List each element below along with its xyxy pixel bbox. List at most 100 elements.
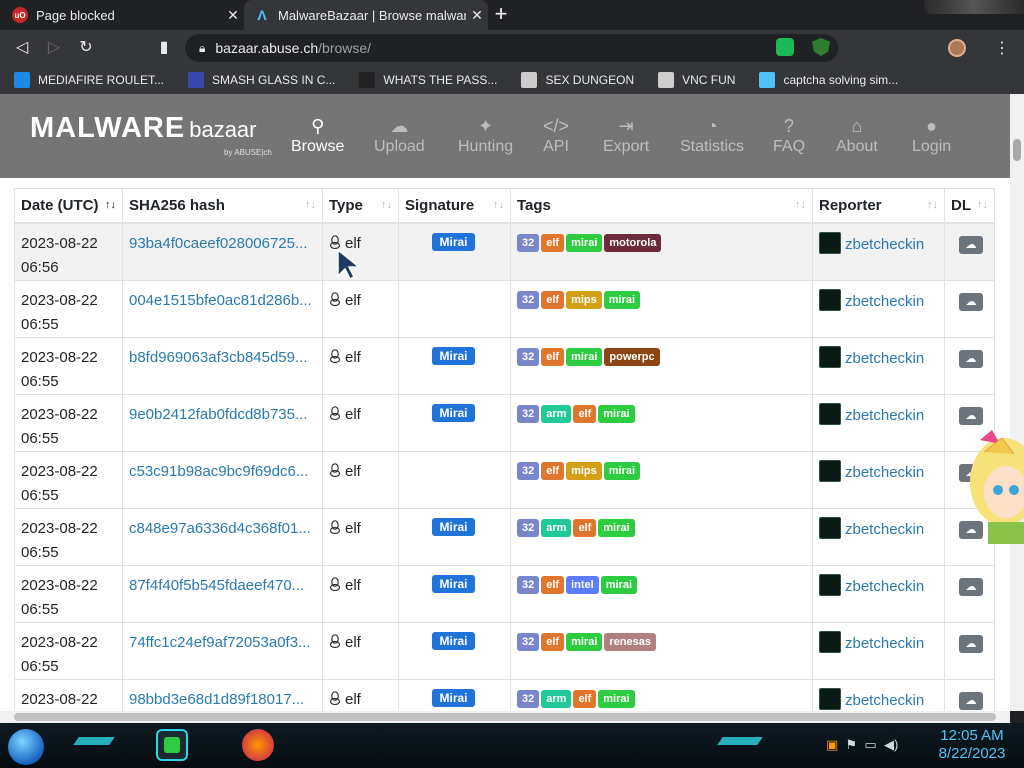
download-icon[interactable]: ☁ xyxy=(959,349,983,368)
nav-browse[interactable]: ⚲ Browse xyxy=(291,116,344,156)
network-icon[interactable]: ▭ xyxy=(864,737,876,752)
tag-badge[interactable]: mirai xyxy=(566,632,603,651)
sort-icon[interactable]: ↑↓ xyxy=(927,199,938,211)
tag-badge[interactable]: mirai xyxy=(598,404,635,423)
tag-badge[interactable]: elf xyxy=(573,518,597,537)
download-icon[interactable]: ☁ xyxy=(959,691,983,710)
signature-badge[interactable]: Mirai xyxy=(432,346,475,365)
tag-badge[interactable]: 32 xyxy=(517,632,540,651)
reporter-link[interactable]: zbetcheckin xyxy=(845,692,924,709)
hash-link[interactable]: c848e97a6336d4c368f01... xyxy=(129,517,316,541)
signature-badge[interactable]: Mirai xyxy=(432,574,475,593)
nav-upload[interactable]: ☁ Upload xyxy=(374,116,425,156)
table-row[interactable]: 2023-08-22 98bbd3e68d1d89f18017... elf Mira… xyxy=(14,678,995,712)
hash-link[interactable]: 93ba4f0caeef028006725... xyxy=(129,232,316,256)
tag-badge[interactable]: elf xyxy=(573,689,597,708)
column-header[interactable]: SHA256 hash ↑↓ xyxy=(122,188,323,224)
tag-badge[interactable]: 32 xyxy=(517,404,540,423)
tag-badge[interactable]: 32 xyxy=(517,518,540,537)
reporter-link[interactable]: zbetcheckin xyxy=(845,236,924,253)
tag-badge[interactable]: mirai xyxy=(600,575,638,594)
nav-faq[interactable]: ? FAQ xyxy=(773,116,805,156)
sort-icon[interactable]: ↑↓ xyxy=(305,199,316,211)
tag-badge[interactable]: renesas xyxy=(604,632,656,651)
tag-badge[interactable]: motorola xyxy=(604,233,662,252)
bookmark-item[interactable]: captcha solving sim... xyxy=(759,72,898,88)
profile-avatar[interactable] xyxy=(948,39,966,57)
tag-badge[interactable]: 32 xyxy=(517,689,540,708)
tag-badge[interactable]: 32 xyxy=(517,575,540,594)
signature-badge[interactable]: Mirai xyxy=(432,688,475,707)
tag-badge[interactable]: mirai xyxy=(603,461,641,480)
table-row[interactable]: 2023-08-22 06:55 74ffc1c24ef9af72053a0f3..… xyxy=(14,621,995,680)
download-icon[interactable]: ☁ xyxy=(959,292,983,311)
table-row[interactable]: 2023-08-22 06:55 c848e97a6336d4c368f01... e… xyxy=(14,507,995,566)
tag-badge[interactable]: mirai xyxy=(603,290,641,309)
reporter-link[interactable]: zbetcheckin xyxy=(845,521,924,538)
hash-link[interactable]: c53c91b98ac9bc9f69dc6... xyxy=(129,460,316,484)
signature-badge[interactable]: Mirai xyxy=(432,403,475,422)
tag-badge[interactable]: elf xyxy=(541,233,565,252)
tag-badge[interactable]: mips xyxy=(566,290,602,309)
sort-icon[interactable]: ↑↓ xyxy=(493,199,504,211)
table-row[interactable]: 2023-08-22 06:55 004e1515bfe0ac81d286b... e… xyxy=(14,279,995,338)
tag-badge[interactable]: elf xyxy=(541,575,565,594)
hash-link[interactable]: 98bbd3e68d1d89f18017... xyxy=(129,688,316,712)
hash-link[interactable]: 004e1515bfe0ac81d286b... xyxy=(129,289,316,313)
download-icon[interactable]: ☁ xyxy=(959,634,983,653)
hash-link[interactable]: 9e0b2412fab0fdcd8b735... xyxy=(129,403,316,427)
tag-badge[interactable]: mirai xyxy=(598,689,635,708)
signature-badge[interactable]: Mirai xyxy=(432,232,475,251)
system-clock[interactable]: 12:05 AM 8/22/2023 xyxy=(930,727,1014,763)
extension-chat-icon[interactable] xyxy=(776,38,794,56)
tab-malwarebazaar[interactable]: Λ MalwareBazaar | Browse malware s ✕ xyxy=(244,0,488,30)
sort-icon[interactable]: ↑↓ xyxy=(977,199,988,211)
reporter-link[interactable]: zbetcheckin xyxy=(845,635,924,652)
menu-icon[interactable]: ⋮ xyxy=(994,38,1010,58)
tag-badge[interactable]: arm xyxy=(541,518,572,537)
column-header[interactable]: Date (UTC) ↑↓ xyxy=(14,188,123,224)
reporter-link[interactable]: zbetcheckin xyxy=(845,464,924,481)
bookmark-icon[interactable]: ▮ xyxy=(154,38,174,58)
address-bar[interactable]: 🔒︎ bazaar.abuse.ch/browse/ xyxy=(185,34,838,62)
download-icon[interactable]: ☁ xyxy=(959,235,983,254)
tag-badge[interactable]: elf xyxy=(541,461,565,480)
table-row[interactable]: 2023-08-22 06:55 9e0b2412fab0fdcd8b735... e… xyxy=(14,393,995,452)
hash-link[interactable]: 87f4f40f5b545fdaeef470... xyxy=(129,574,316,598)
bookmark-item[interactable]: SEX DUNGEON xyxy=(521,72,634,88)
bookmark-item[interactable]: MEDIAFIRE ROULET... xyxy=(14,72,164,88)
vertical-scrollbar[interactable] xyxy=(1010,94,1024,711)
tag-badge[interactable]: elf xyxy=(541,347,565,366)
tag-badge[interactable]: powerpc xyxy=(604,347,660,366)
reload-icon[interactable]: ↻ xyxy=(76,38,96,58)
tag-badge[interactable]: arm xyxy=(541,404,572,423)
tray-app-icon[interactable]: ▣ xyxy=(826,737,838,752)
column-header[interactable]: Signature ↑↓ xyxy=(398,188,511,224)
scrollbar-thumb[interactable] xyxy=(14,713,996,721)
tag-badge[interactable]: intel xyxy=(566,575,599,594)
close-icon[interactable]: ✕ xyxy=(466,7,488,24)
table-row[interactable]: 2023-08-22 06:56 93ba4f0caeef028006725... e… xyxy=(14,222,995,281)
nav-login[interactable]: ● Login xyxy=(912,116,951,156)
tab-page-blocked[interactable]: uO Page blocked ✕ xyxy=(0,0,244,30)
column-header[interactable]: Tags ↑↓ xyxy=(510,188,813,224)
tag-badge[interactable]: mirai xyxy=(566,347,603,366)
site-logo[interactable]: MALWARE bazaar by ABUSE|ch xyxy=(30,112,272,157)
hash-link[interactable]: b8fd969063af3cb845d59... xyxy=(129,346,316,370)
table-row[interactable]: 2023-08-22 06:55 c53c91b98ac9bc9f69dc6... e… xyxy=(14,450,995,509)
table-row[interactable]: 2023-08-22 06:55 87f4f40f5b545fdaeef470...… xyxy=(14,564,995,623)
bookmark-item[interactable]: WHATS THE PASS... xyxy=(359,72,497,88)
bookmark-item[interactable]: SMASH GLASS IN C... xyxy=(188,72,335,88)
nav-hunting[interactable]: ✦ Hunting xyxy=(458,116,513,156)
tag-badge[interactable]: arm xyxy=(541,689,572,708)
reporter-link[interactable]: zbetcheckin xyxy=(845,293,924,310)
sort-icon[interactable]: ↑↓ xyxy=(381,199,392,211)
nav-api[interactable]: </> API xyxy=(543,116,569,156)
tag-badge[interactable]: elf xyxy=(573,404,597,423)
reporter-link[interactable]: zbetcheckin xyxy=(845,350,924,367)
signature-badge[interactable]: Mirai xyxy=(432,631,475,650)
nav-about[interactable]: ⌂ About xyxy=(836,116,878,156)
volume-icon[interactable]: ◀) xyxy=(884,737,898,752)
signature-badge[interactable]: Mirai xyxy=(432,517,475,536)
taskbar-app-chat[interactable] xyxy=(156,729,188,761)
